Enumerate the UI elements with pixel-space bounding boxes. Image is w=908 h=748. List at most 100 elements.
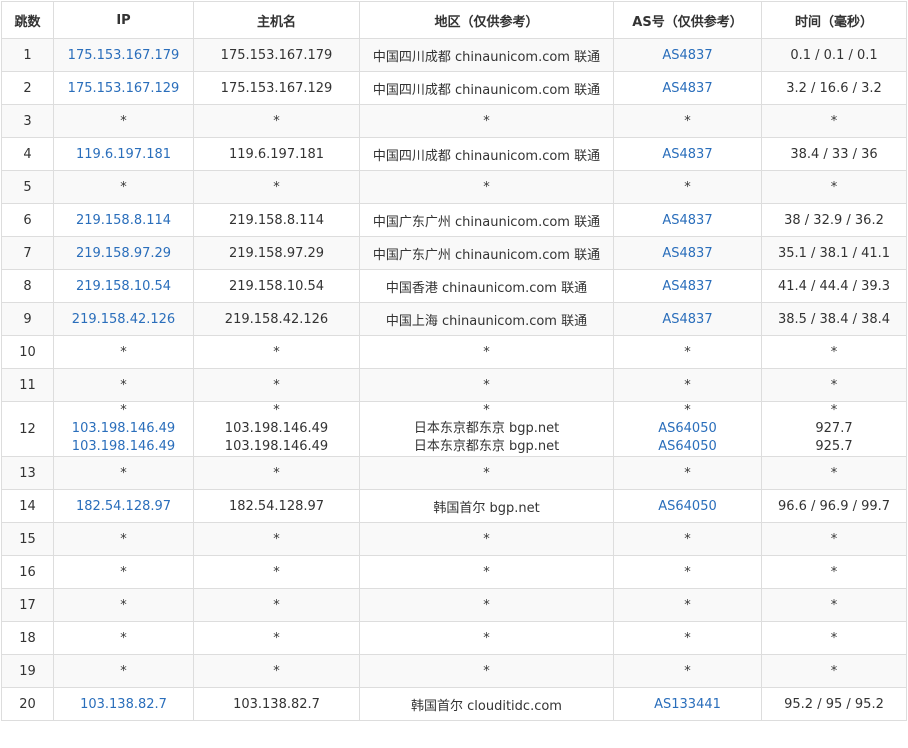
time-cell: * 927.7 925.7	[761, 401, 907, 457]
table-row: 14 182.54.128.97 182.54.128.97 韩国首尔 bgp.net…	[1, 489, 907, 523]
time-cell: 38.4 / 33 / 36	[761, 137, 907, 171]
time-cell: *	[761, 170, 907, 204]
ip-cell: *	[53, 104, 194, 138]
region-cell: *	[359, 621, 614, 655]
as-link[interactable]: AS4837	[662, 279, 712, 294]
table-row: 1 175.153.167.179 175.153.167.179 中国四川成都 ch…	[1, 38, 907, 72]
time-cell: *	[761, 368, 907, 402]
hostname-cell: *	[193, 555, 360, 589]
region-cell: *	[359, 654, 614, 688]
region-cell: 韩国首尔 bgp.net	[359, 489, 614, 523]
as-link[interactable]: AS4837	[662, 246, 712, 261]
ip-link[interactable]: 219.158.42.126	[72, 312, 175, 327]
time-cell: *	[761, 588, 907, 622]
as-cell: AS4837	[613, 203, 762, 237]
as-link[interactable]: AS64050	[658, 499, 717, 514]
time-cell: 38.5 / 38.4 / 38.4	[761, 302, 907, 336]
hop-cell: 19	[1, 654, 54, 688]
hop-cell: 16	[1, 555, 54, 589]
table-row: 3 * * * * *	[1, 104, 907, 138]
ip-link[interactable]: 219.158.8.114	[76, 213, 171, 228]
region-cell: 中国四川成都 chinaunicom.com 联通	[359, 71, 614, 105]
hostname-cell: 103.138.82.7	[193, 687, 360, 721]
ip-cell: 103.138.82.7	[53, 687, 194, 721]
ip-cell: *	[53, 621, 194, 655]
ip-link[interactable]: 119.6.197.181	[76, 147, 171, 162]
ip-cell: 219.158.10.54	[53, 269, 194, 303]
as-cell: *	[613, 588, 762, 622]
region-cell: 中国广东广州 chinaunicom.com 联通	[359, 236, 614, 270]
ip-link[interactable]: 219.158.10.54	[76, 279, 171, 294]
hostname-cell: *	[193, 456, 360, 490]
ip-cell: 175.153.167.179	[53, 38, 194, 72]
hostname-cell: *	[193, 335, 360, 369]
as-cell: AS4837	[613, 38, 762, 72]
header-hop: 跳数	[1, 1, 54, 39]
hop-cell: 11	[1, 368, 54, 402]
ip-cell: 219.158.97.29	[53, 236, 194, 270]
time-cell: 35.1 / 38.1 / 41.1	[761, 236, 907, 270]
ip-link[interactable]: 182.54.128.97	[76, 499, 171, 514]
table-header: 跳数 IP 主机名 地区（仅供参考） AS号（仅供参考） 时间（毫秒）	[1, 1, 907, 39]
as-link[interactable]: AS4837	[662, 147, 712, 162]
hop-cell: 15	[1, 522, 54, 556]
region-cell: *	[359, 104, 614, 138]
ip-cell: 219.158.8.114	[53, 203, 194, 237]
hop-cell: 14	[1, 489, 54, 523]
as-cell: *	[613, 170, 762, 204]
time-cell: *	[761, 621, 907, 655]
table-row: 11 * * * * *	[1, 368, 907, 402]
ip-cell: *	[53, 456, 194, 490]
as-value[interactable]: AS64050	[618, 438, 757, 456]
ip-cell: 175.153.167.129	[53, 71, 194, 105]
region-cell: *	[359, 522, 614, 556]
table-row: 7 219.158.97.29 219.158.97.29 中国广东广州 chinau…	[1, 236, 907, 270]
as-value: *	[684, 403, 691, 418]
region-cell: 韩国首尔 clouditidc.com	[359, 687, 614, 721]
as-cell: AS4837	[613, 137, 762, 171]
hop-cell: 12	[1, 401, 54, 457]
table-row: 19 * * * * *	[1, 654, 907, 688]
region-cell: 中国四川成都 chinaunicom.com 联通	[359, 137, 614, 171]
time-cell: *	[761, 104, 907, 138]
table-row: 12 * 103.198.146.49 103.198.146.49 * 103.198.…	[1, 401, 907, 457]
header-as: AS号（仅供参考）	[613, 1, 762, 39]
hostname-cell: 219.158.97.29	[193, 236, 360, 270]
ip-link[interactable]: 219.158.97.29	[76, 246, 171, 261]
ip-cell: *	[53, 335, 194, 369]
as-link[interactable]: AS133441	[654, 697, 721, 712]
ip-value[interactable]: 103.198.146.49	[58, 438, 189, 456]
ip-cell: * 103.198.146.49 103.198.146.49	[53, 401, 194, 457]
as-value[interactable]: AS64050	[618, 420, 757, 438]
as-link[interactable]: AS4837	[662, 48, 712, 63]
as-cell: AS64050	[613, 489, 762, 523]
table-row: 20 103.138.82.7 103.138.82.7 韩国首尔 clouditid…	[1, 687, 907, 721]
as-cell: *	[613, 335, 762, 369]
ip-link[interactable]: 103.138.82.7	[80, 697, 167, 712]
as-link[interactable]: AS4837	[662, 312, 712, 327]
as-link[interactable]: AS4837	[662, 213, 712, 228]
hostname-cell: 219.158.8.114	[193, 203, 360, 237]
hostname-cell: 175.153.167.179	[193, 38, 360, 72]
region-value: *	[483, 403, 490, 418]
time-cell: 0.1 / 0.1 / 0.1	[761, 38, 907, 72]
hop-cell: 1	[1, 38, 54, 72]
as-link[interactable]: AS4837	[662, 81, 712, 96]
traceroute-table: 跳数 IP 主机名 地区（仅供参考） AS号（仅供参考） 时间（毫秒） 1 175…	[1, 1, 907, 721]
ip-cell: 219.158.42.126	[53, 302, 194, 336]
ip-value[interactable]: 103.198.146.49	[58, 420, 189, 438]
hop-cell: 9	[1, 302, 54, 336]
table-row: 2 175.153.167.129 175.153.167.129 中国四川成都 ch…	[1, 71, 907, 105]
ip-link[interactable]: 175.153.167.179	[68, 48, 180, 63]
hostname-cell: *	[193, 621, 360, 655]
hop-cell: 3	[1, 104, 54, 138]
hop-cell: 8	[1, 269, 54, 303]
ip-link[interactable]: 175.153.167.129	[68, 81, 180, 96]
time-cell: *	[761, 522, 907, 556]
hop-cell: 13	[1, 456, 54, 490]
region-cell: 中国四川成都 chinaunicom.com 联通	[359, 38, 614, 72]
region-cell: 中国上海 chinaunicom.com 联通	[359, 302, 614, 336]
region-value: 日本东京都东京 bgp.net	[413, 421, 560, 436]
table-row: 5 * * * * *	[1, 170, 907, 204]
table-row: 16 * * * * *	[1, 555, 907, 589]
